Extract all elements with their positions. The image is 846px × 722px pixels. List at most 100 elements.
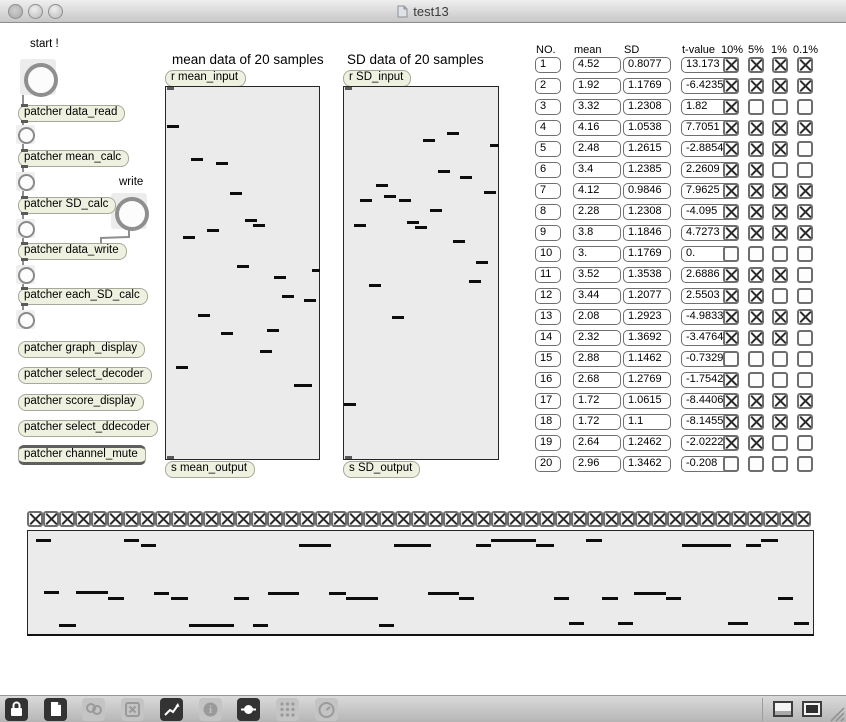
row9-sd-box[interactable]: 1.1846: [623, 225, 671, 241]
row7-sig-toggle-10%[interactable]: [723, 183, 739, 199]
row2-sig-toggle-5%[interactable]: [748, 78, 764, 94]
channel-toggle-25[interactable]: [411, 511, 427, 527]
row6-sig-toggle-5%[interactable]: [748, 162, 764, 178]
row20-no-box[interactable]: 20: [535, 456, 561, 472]
channel-toggle-10[interactable]: [171, 511, 187, 527]
patcher-box-each-SD-calc[interactable]: patcher each_SD_calc: [18, 287, 148, 306]
row2-sd-box[interactable]: 1.1769: [623, 78, 671, 94]
row12-sd-box[interactable]: 1.2077: [623, 288, 671, 304]
row4-sig-toggle-1%[interactable]: [772, 120, 788, 136]
channel-toggle-1[interactable]: [27, 511, 43, 527]
row20-sig-toggle-10%[interactable]: [723, 456, 739, 472]
score-multislider-display[interactable]: [27, 530, 814, 636]
channel-toggle-14[interactable]: [235, 511, 251, 527]
row5-sig-toggle-1%[interactable]: [772, 141, 788, 157]
row3-sig-toggle-0.1%[interactable]: [797, 99, 813, 115]
row19-mean-box[interactable]: 2.64: [573, 435, 621, 451]
row5-mean-box[interactable]: 2.48: [573, 141, 621, 157]
row9-sig-toggle-10%[interactable]: [723, 225, 739, 241]
row10-sig-toggle-5%[interactable]: [748, 246, 764, 262]
row1-no-box[interactable]: 1: [535, 57, 561, 73]
channel-toggle-45[interactable]: [731, 511, 747, 527]
channel-toggle-8[interactable]: [139, 511, 155, 527]
row15-no-box[interactable]: 15: [535, 351, 561, 367]
row3-no-box[interactable]: 3: [535, 99, 561, 115]
channel-toggle-49[interactable]: [795, 511, 811, 527]
row7-mean-box[interactable]: 4.12: [573, 183, 621, 199]
row17-sig-toggle-1%[interactable]: [772, 393, 788, 409]
row11-sig-toggle-1%[interactable]: [772, 267, 788, 283]
channel-toggle-30[interactable]: [491, 511, 507, 527]
channel-toggle-35[interactable]: [571, 511, 587, 527]
channel-toggle-28[interactable]: [459, 511, 475, 527]
bang-button-4[interactable]: [16, 265, 35, 284]
timer-icon[interactable]: [314, 698, 338, 721]
row14-sig-toggle-0.1%[interactable]: [797, 330, 813, 346]
row7-sig-toggle-1%[interactable]: [772, 183, 788, 199]
row5-no-box[interactable]: 5: [535, 141, 561, 157]
row10-sig-toggle-10%[interactable]: [723, 246, 739, 262]
channel-toggle-15[interactable]: [251, 511, 267, 527]
channel-toggle-32[interactable]: [523, 511, 539, 527]
front-window-icon[interactable]: [800, 699, 824, 720]
row16-sig-toggle-5%[interactable]: [748, 372, 764, 388]
row15-sig-toggle-0.1%[interactable]: [797, 351, 813, 367]
row9-mean-box[interactable]: 3.8: [573, 225, 621, 241]
channel-toggle-37[interactable]: [603, 511, 619, 527]
patcher-box-mean-calc[interactable]: patcher mean_calc: [18, 149, 130, 168]
channel-toggle-21[interactable]: [347, 511, 363, 527]
row6-sig-toggle-10%[interactable]: [723, 162, 739, 178]
patcher-box-channel-mute[interactable]: patcher channel_mute: [18, 445, 146, 465]
channel-toggle-34[interactable]: [555, 511, 571, 527]
row10-mean-box[interactable]: 3.: [573, 246, 621, 262]
channel-toggle-33[interactable]: [539, 511, 555, 527]
row15-sig-toggle-5%[interactable]: [748, 351, 764, 367]
channel-toggle-38[interactable]: [619, 511, 635, 527]
row20-sd-box[interactable]: 1.3462: [623, 456, 671, 472]
send-mean-output-object[interactable]: s mean_output: [165, 461, 256, 478]
mean-multislider-display[interactable]: [165, 86, 320, 460]
row19-sig-toggle-5%[interactable]: [748, 435, 764, 451]
row9-sig-toggle-5%[interactable]: [748, 225, 764, 241]
patcher-box-data-write[interactable]: patcher data_write: [18, 242, 127, 261]
row18-no-box[interactable]: 18: [535, 414, 561, 430]
channel-toggle-13[interactable]: [219, 511, 235, 527]
row6-sd-box[interactable]: 1.2385: [623, 162, 671, 178]
row3-sig-toggle-5%[interactable]: [748, 99, 764, 115]
start-bang-button[interactable]: [20, 59, 58, 97]
row4-sd-box[interactable]: 1.0538: [623, 120, 671, 136]
row16-sig-toggle-0.1%[interactable]: [797, 372, 813, 388]
row2-no-box[interactable]: 2: [535, 78, 561, 94]
row13-sig-toggle-10%[interactable]: [723, 309, 739, 325]
row20-mean-box[interactable]: 2.96: [573, 456, 621, 472]
row13-sig-toggle-5%[interactable]: [748, 309, 764, 325]
row10-sig-toggle-0.1%[interactable]: [797, 246, 813, 262]
channel-toggle-42[interactable]: [683, 511, 699, 527]
row12-sig-toggle-10%[interactable]: [723, 288, 739, 304]
row1-mean-box[interactable]: 4.52: [573, 57, 621, 73]
channel-toggle-7[interactable]: [123, 511, 139, 527]
channel-toggle-12[interactable]: [203, 511, 219, 527]
row16-no-box[interactable]: 16: [535, 372, 561, 388]
row4-mean-box[interactable]: 4.16: [573, 120, 621, 136]
channel-toggle-22[interactable]: [363, 511, 379, 527]
new-object-icon[interactable]: [43, 698, 67, 721]
row8-sig-toggle-5%[interactable]: [748, 204, 764, 220]
row20-sig-toggle-1%[interactable]: [772, 456, 788, 472]
row19-sig-toggle-10%[interactable]: [723, 435, 739, 451]
row5-sig-toggle-10%[interactable]: [723, 141, 739, 157]
row7-sig-toggle-0.1%[interactable]: [797, 183, 813, 199]
lock-icon[interactable]: [5, 698, 28, 721]
channel-toggle-26[interactable]: [427, 511, 443, 527]
row5-sig-toggle-5%[interactable]: [748, 141, 764, 157]
row9-no-box[interactable]: 9: [535, 225, 561, 241]
row18-sig-toggle-1%[interactable]: [772, 414, 788, 430]
row17-sd-box[interactable]: 1.0615: [623, 393, 671, 409]
patcher-box-score-display[interactable]: patcher score_display: [18, 394, 144, 411]
row17-no-box[interactable]: 17: [535, 393, 561, 409]
row12-no-box[interactable]: 12: [535, 288, 561, 304]
row1-sd-box[interactable]: 0.8077: [623, 57, 671, 73]
row3-sig-toggle-1%[interactable]: [772, 99, 788, 115]
channel-toggle-2[interactable]: [43, 511, 59, 527]
row19-sig-toggle-0.1%[interactable]: [797, 435, 813, 451]
